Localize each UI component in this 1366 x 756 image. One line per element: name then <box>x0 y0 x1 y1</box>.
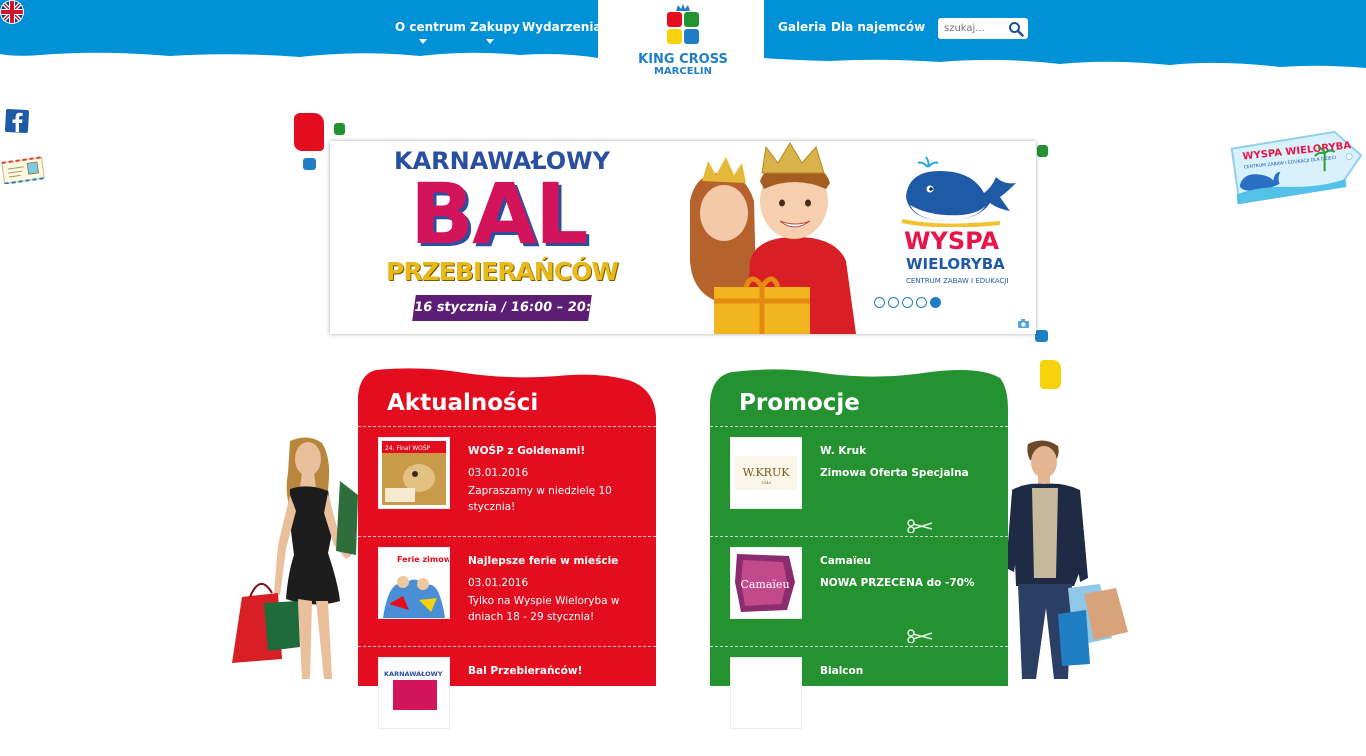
promo-thumb-text: Camaïeu <box>740 578 789 591</box>
promo-item[interactable]: W.KRUK 1840 W. Kruk Zimowa Oferta Specja… <box>710 426 1008 536</box>
logo-subtitle: MARCELIN <box>653 66 713 77</box>
slide-dot-5-active[interactable] <box>930 297 941 308</box>
promotions-title[interactable]: Promocje <box>739 390 860 416</box>
banner-line3: PRZEBIERAŃCÓW <box>386 257 619 286</box>
whale-icon <box>901 156 1016 227</box>
slide-dot-1[interactable] <box>874 297 885 308</box>
promo-item-subtitle: NOWA PRZECENA do -70% <box>820 577 975 589</box>
logo-squares-icon <box>663 4 703 48</box>
news-thumb-text: Ferie zimowe <box>397 555 449 564</box>
banner-brand2: WIELORYBA <box>906 255 1005 273</box>
promo-item-title[interactable]: Camaïeu <box>820 555 871 567</box>
search-box <box>938 18 1028 39</box>
news-item-title[interactable]: WOŚP z Goldenami! <box>468 445 585 457</box>
banner-brand3: CENTRUM ZABAW I EDUKACJI <box>906 277 1009 285</box>
promo-item-subtitle: Zimowa Oferta Specjalna <box>820 467 969 479</box>
news-item[interactable]: Ferie zimowe Najlepsze ferie w mieście 0… <box>358 536 656 646</box>
news-item-title[interactable]: Najlepsze ferie w mieście <box>468 555 618 567</box>
nav-wydarzenia[interactable]: Wydarzenia <box>522 20 602 34</box>
logo-title: KING CROSS <box>638 52 728 67</box>
promo-thumbnail[interactable]: Camaïeu <box>730 547 802 619</box>
paint-splash-red <box>294 113 324 151</box>
promo-item-title[interactable]: W. Kruk <box>820 445 866 457</box>
news-thumbnail[interactable]: KARNAWAŁOWY <box>378 657 450 729</box>
news-item-date: 03.01.2016 <box>468 577 529 589</box>
promo-thumbnail[interactable] <box>730 657 802 729</box>
promo-thumb-text: W.KRUK <box>743 466 791 479</box>
king-cross-logo[interactable]: KING CROSS MARCELIN <box>626 4 740 88</box>
scissors-icon <box>907 629 933 643</box>
paint-splash-blue <box>1035 330 1048 342</box>
search-icon[interactable] <box>1008 21 1024 37</box>
paint-splash-yellow <box>1040 360 1061 389</box>
chevron-down-icon <box>486 39 494 44</box>
woman-with-shopping-bags-illustration <box>232 437 358 679</box>
man-with-shopping-bags-illustration <box>1006 440 1128 679</box>
banner-date: 16 stycznia / 16:00 – 20:00 <box>412 295 610 321</box>
hero-banner-slider[interactable]: KARNAWAŁOWY BAL PRZEBIERAŃCÓW 16 styczni… <box>330 141 1036 334</box>
news-thumb-text: KARNAWAŁOWY <box>384 670 443 678</box>
promo-item[interactable]: Bialcon <box>710 646 1008 756</box>
news-item[interactable]: KARNAWAŁOWY Bal Przebierańców! <box>358 646 656 756</box>
facebook-icon[interactable] <box>4 108 30 134</box>
kids-with-crowns-illustration <box>690 142 856 334</box>
news-item-date: 03.01.2016 <box>468 467 529 479</box>
wyspa-wieloryba-tag-icon[interactable]: WYSPA WIELORYBA CENTRUM ZABAW I EDUKACJI… <box>1228 126 1366 208</box>
news-thumbnail[interactable]: 24. Finał WOŚP <box>378 437 450 509</box>
slide-dot-4[interactable] <box>916 297 927 308</box>
paint-splash-green <box>1037 145 1048 157</box>
promo-item-title[interactable]: Bialcon <box>820 665 863 677</box>
nav-galeria[interactable]: Galeria <box>778 20 826 34</box>
slider-pagination <box>874 297 944 309</box>
nav-o-centrum[interactable]: O centrum <box>395 20 466 34</box>
slide-dot-3[interactable] <box>902 297 913 308</box>
news-item[interactable]: 24. Finał WOŚP WOŚP z Goldenami! 03.01.2… <box>358 426 656 536</box>
news-item-text: Tylko na Wyspie Wieloryba w dniach 18 - … <box>468 595 620 623</box>
search-input[interactable] <box>944 20 1004 36</box>
chevron-down-icon <box>419 39 427 44</box>
nav-dla-najemcow[interactable]: Dla najemców <box>831 20 925 34</box>
news-title[interactable]: Aktualności <box>387 390 538 416</box>
promo-thumb-sub: 1840 <box>761 480 772 485</box>
news-item-title[interactable]: Bal Przebierańców! <box>468 665 582 677</box>
banner-line2: BAL <box>410 165 589 263</box>
slide-dot-2[interactable] <box>888 297 899 308</box>
scissors-icon <box>907 519 933 533</box>
promo-thumbnail[interactable]: W.KRUK 1840 <box>730 437 802 509</box>
promo-item[interactable]: Camaïeu Camaïeu NOWA PRZECENA do -70% <box>710 536 1008 646</box>
camera-icon[interactable] <box>1018 319 1029 328</box>
top-navigation-bar: O centrum Zakupy Wydarzenia KING CROSS M… <box>0 0 1366 100</box>
news-thumb-text: 24. Finał WOŚP <box>385 445 431 452</box>
news-item-text: Zapraszamy w niedzielę 10 stycznia! <box>468 485 612 513</box>
promotions-panel: Promocje W.KRUK 1840 W. Kruk Zimowa Ofer… <box>710 366 1008 729</box>
paint-splash-green <box>334 123 345 135</box>
news-panel: Aktualności 24. Finał WOŚP WOŚP z Golden… <box>358 366 656 729</box>
paint-splash-blue <box>303 158 316 170</box>
mail-stamp-icon[interactable] <box>0 156 46 184</box>
news-thumbnail[interactable]: Ferie zimowe <box>378 547 450 619</box>
uk-flag-icon[interactable] <box>0 0 24 24</box>
banner-brand: WYSPA <box>904 227 1000 255</box>
nav-zakupy[interactable]: Zakupy <box>470 20 520 34</box>
